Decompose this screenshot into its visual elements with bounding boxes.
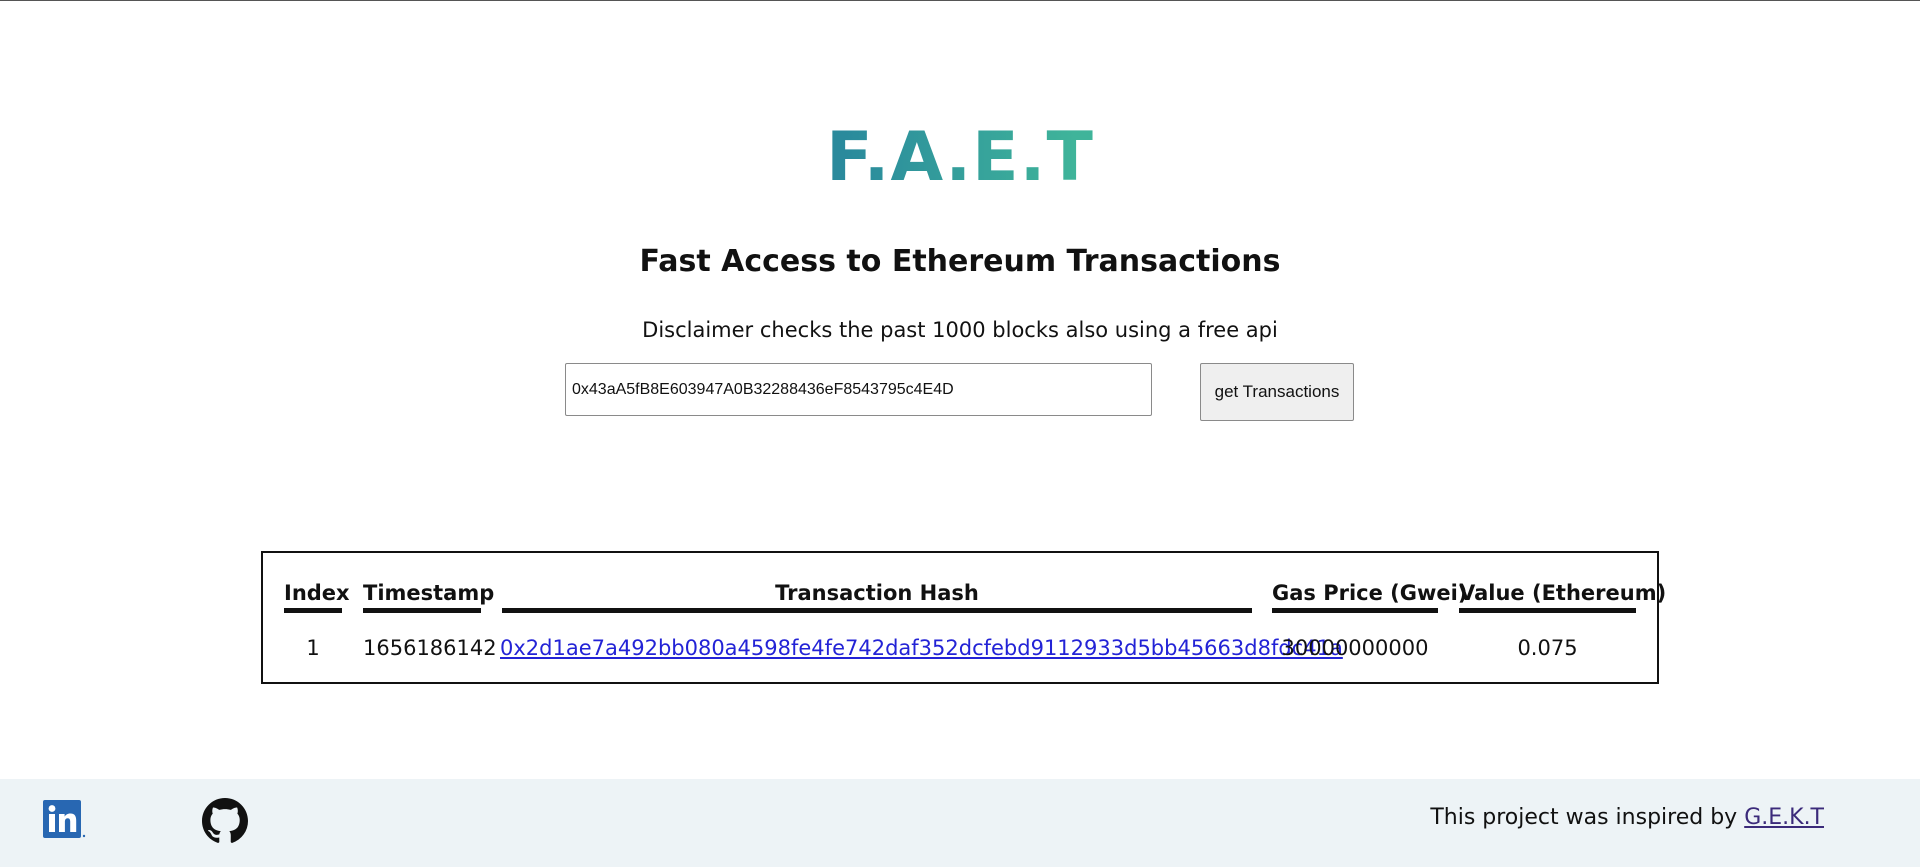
inspired-by-label: This project was inspired by (1430, 805, 1738, 830)
cell-value: 0.075 (1517, 636, 1578, 660)
transactions-table: Index Timestamp Transaction Hash Gas Pri… (261, 551, 1666, 684)
footer: This project was inspired by G.E.K.T (0, 779, 1920, 867)
get-transactions-button[interactable]: get Transactions (1200, 363, 1354, 421)
cell-index: 1 (306, 636, 320, 660)
site-logo: F.A.E.T (0, 118, 1920, 198)
column-header-timestamp: Timestamp (363, 578, 494, 613)
page-title: Fast Access to Ethereum Transactions (639, 244, 1281, 279)
column-header-value: Value (Ethereum) (1459, 578, 1666, 613)
inspired-by-text: This project was inspired by G.E.K.T (1430, 803, 1824, 833)
gekt-link[interactable]: G.E.K.T (1744, 805, 1824, 830)
disclaimer-text: Disclaimer checks the past 1000 blocks a… (642, 318, 1278, 342)
cell-transaction-hash: 0x2d1ae7a492bb080a4598fe4fe742daf352dcfe… (500, 633, 1343, 663)
linkedin-icon[interactable] (43, 800, 87, 840)
column-header-index: Index (284, 578, 350, 613)
transaction-hash-link[interactable]: 0x2d1ae7a492bb080a4598fe4fe742daf352dcfe… (500, 636, 1343, 660)
top-border (0, 0, 1920, 1)
cell-gas-price: 30000000000 (1281, 636, 1429, 660)
cell-timestamp: 1656186142 (363, 636, 497, 660)
column-header-transaction-hash: Transaction Hash (502, 578, 1252, 613)
github-icon[interactable] (202, 798, 248, 844)
column-header-gas-price: Gas Price (Gwei) (1272, 578, 1467, 613)
address-input[interactable] (565, 363, 1152, 416)
